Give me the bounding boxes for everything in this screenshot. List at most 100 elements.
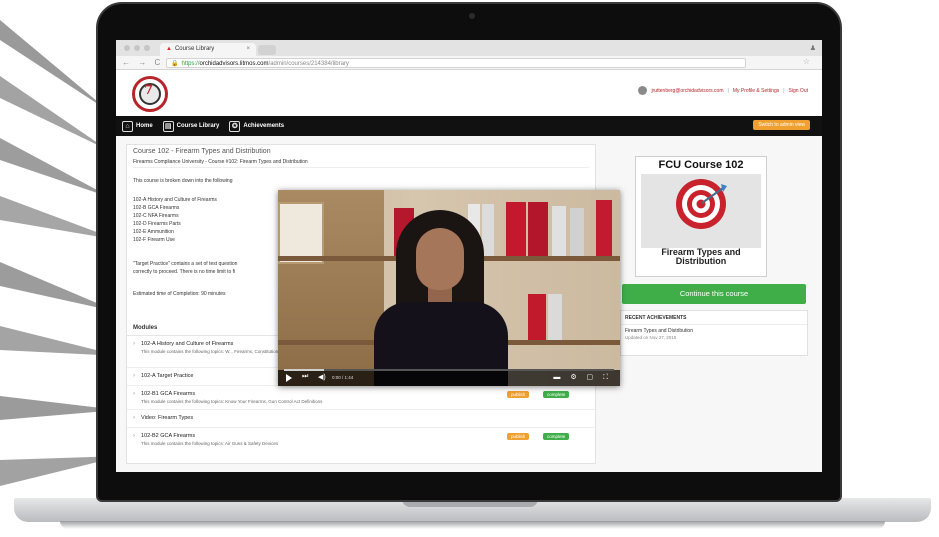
nav-achievements[interactable]: ✪ Achievements xyxy=(229,120,285,132)
user-email[interactable]: jruttenberg@orchidadvisors.com xyxy=(651,88,723,94)
module-item[interactable]: › 102-B2 GCA Firearms This module contai… xyxy=(133,433,591,446)
binder xyxy=(548,294,562,340)
nav-course-library[interactable]: ▤ Course Library xyxy=(162,120,220,132)
home-icon: ⌂ xyxy=(122,120,133,132)
binder xyxy=(528,202,548,256)
address-bar[interactable]: 🔒 https://orchidadvisors.litmos.com/admin… xyxy=(166,58,746,68)
achievement-icon: ✪ xyxy=(229,120,241,132)
new-tab-button[interactable] xyxy=(258,45,276,55)
tab-favicon-icon: ▲ xyxy=(166,46,172,52)
binder xyxy=(552,206,566,256)
avatar[interactable] xyxy=(638,86,648,95)
target-practice-note: correctly to proceed. There is no time l… xyxy=(133,269,236,275)
cover-subtitle: Distribution xyxy=(675,256,727,266)
play-icon[interactable] xyxy=(286,374,292,382)
video-right-controls[interactable]: ▬ ⚙ ▢ ⛶ xyxy=(553,373,612,382)
bookmark-star-icon[interactable]: ☆ xyxy=(803,57,810,66)
achievements-heading: RECENT ACHIEVEMENTS xyxy=(621,311,807,325)
video-progress-bar[interactable] xyxy=(284,369,614,371)
topic-item: 102-C NFA Firearms xyxy=(133,213,179,219)
course-title: Course 102 - Firearm Types and Distribut… xyxy=(133,148,271,155)
tab-title: Course Library xyxy=(174,46,215,52)
video-player[interactable]: ⏭ ◀) 0:00 / 1:44 ▬ ⚙ ▢ ⛶ xyxy=(278,190,620,386)
separator: | xyxy=(783,87,785,94)
chevron-right-icon: › xyxy=(133,341,135,347)
lock-icon: 🔒 xyxy=(171,61,179,67)
topic-item: 102-F Firearm Use xyxy=(133,237,175,243)
topic-item: 102-E Ammunition xyxy=(133,229,174,235)
volume-icon[interactable]: ◀) xyxy=(318,373,326,381)
continue-course-button[interactable]: Continue this course xyxy=(622,284,806,304)
modules-heading: Modules xyxy=(133,325,158,331)
chevron-right-icon: › xyxy=(133,415,135,421)
module-item[interactable]: › Video: Firearm Types xyxy=(133,415,591,421)
course-subtitle: Firearms Compliance University - Course … xyxy=(133,159,589,168)
achievement-date: Updated on Nov 27, 2015 xyxy=(625,335,677,340)
target-practice-note: "Target Practice" contains a set of test… xyxy=(133,261,238,267)
main-nav: ⌂ Home ▤ Course Library ✪ Achievements S… xyxy=(116,116,822,136)
topic-item: 102-D Firearms Parts xyxy=(133,221,181,227)
module-description: This module contains the following topic… xyxy=(141,399,323,404)
course-cover[interactable]: FCU Course 102 Firearm Types and Distrib… xyxy=(635,156,767,277)
presenter-face xyxy=(416,228,464,290)
browser-nav-buttons[interactable]: ← → C xyxy=(122,58,163,67)
promo-stage: ▲ Course Library × ♟ ← → C 🔒 https://orchi… xyxy=(0,0,939,537)
logo-mark: 7 xyxy=(144,83,154,98)
cover-art xyxy=(641,174,761,248)
camera-icon xyxy=(469,13,475,19)
binder xyxy=(506,202,526,256)
browser-tab[interactable]: ▲ Course Library × xyxy=(160,43,256,56)
window-controls xyxy=(124,45,150,51)
profile-icon[interactable]: ♟ xyxy=(810,44,816,52)
separator: | xyxy=(727,87,729,94)
divider xyxy=(127,409,597,410)
next-icon[interactable]: ⏭ xyxy=(302,373,308,381)
module-item[interactable]: › 102-B1 GCA Firearms This module contai… xyxy=(133,391,591,404)
course-intro: This course is broken down into the foll… xyxy=(133,178,233,184)
binder xyxy=(528,294,546,340)
close-window-icon[interactable] xyxy=(124,45,130,51)
switch-to-admin-button[interactable]: Switch to admin view xyxy=(753,120,810,130)
chevron-right-icon: › xyxy=(133,391,135,397)
video-time: 0:00 / 1:44 xyxy=(332,375,354,380)
recent-achievements-panel: RECENT ACHIEVEMENTS Firearm Types and Di… xyxy=(620,310,808,356)
url-path: /admin/courses/214384/library xyxy=(268,61,349,67)
video-progress-fill xyxy=(284,369,324,371)
target-icon xyxy=(676,179,727,229)
app-header: 7 jruttenberg@orchidadvisors.com | My Pr… xyxy=(116,70,822,116)
cover-title: FCU Course 102 xyxy=(658,159,744,171)
binder xyxy=(570,208,584,256)
nav-home[interactable]: ⌂ Home xyxy=(122,120,153,132)
status-badge: publish xyxy=(507,433,530,440)
laptop-shadow xyxy=(60,521,885,529)
tab-close-icon[interactable]: × xyxy=(246,46,250,52)
topic-item: 102-A History and Culture of Firearms xyxy=(133,197,217,203)
binder xyxy=(482,204,494,256)
estimated-time: Estimated time of Completion: 90 minutes xyxy=(133,291,226,297)
status-badge: publish xyxy=(507,391,530,398)
url-host: orchidadvisors.litmos.com xyxy=(199,61,269,67)
divider xyxy=(127,427,597,428)
module-description: This module contains the following topic… xyxy=(141,441,279,446)
sign-out-link[interactable]: Sign Out xyxy=(789,88,808,94)
maximize-window-icon[interactable] xyxy=(144,45,150,51)
status-badge: complete xyxy=(543,433,570,440)
browser-toolbar: ← → C 🔒 https://orchidadvisors.litmos.com… xyxy=(116,56,822,70)
url-scheme: https:// xyxy=(181,61,200,67)
profile-settings-link[interactable]: My Profile & Settings xyxy=(733,88,779,94)
status-badge: complete xyxy=(543,391,570,398)
library-icon: ▤ xyxy=(162,120,174,132)
browser-tabstrip: ▲ Course Library × ♟ xyxy=(116,40,822,56)
nav-course-library-label: Course Library xyxy=(176,123,220,129)
chevron-right-icon: › xyxy=(133,373,135,379)
nav-home-label: Home xyxy=(136,123,153,129)
chevron-right-icon: › xyxy=(133,433,135,439)
topic-item: 102-B GCA Firearms xyxy=(133,205,180,211)
module-title: Video: Firearm Types xyxy=(141,415,194,421)
fcu-logo[interactable]: 7 xyxy=(132,76,168,112)
binder xyxy=(596,200,612,256)
achievement-title[interactable]: Firearm Types and Distribution xyxy=(621,325,807,334)
nav-achievements-label: Achievements xyxy=(243,123,285,129)
user-menu: jruttenberg@orchidadvisors.com | My Prof… xyxy=(638,86,808,95)
minimize-window-icon[interactable] xyxy=(134,45,140,51)
